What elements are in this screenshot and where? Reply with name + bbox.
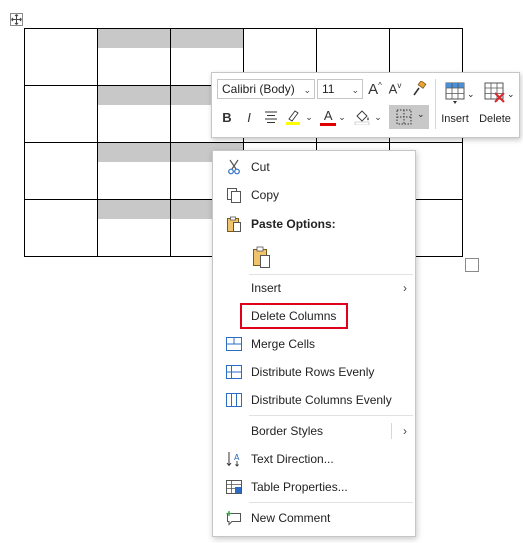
distribute-columns-icon: [225, 392, 243, 408]
text-direction-icon: A: [225, 451, 243, 467]
center-align-button[interactable]: [261, 107, 281, 127]
table-properties-icon: [225, 479, 243, 495]
paste-options-header: Paste Options:: [213, 211, 415, 237]
align-center-icon: [265, 111, 277, 123]
paste-icon: [251, 245, 273, 269]
menu-item-insert[interactable]: Insert ›: [213, 275, 415, 301]
table-insert-icon: [445, 82, 465, 104]
delete-table-button[interactable]: ⌄ Delete: [476, 77, 515, 133]
highlight-color-button[interactable]: ⌄: [285, 107, 313, 127]
menu-item-label: Merge Cells: [251, 337, 316, 351]
chevron-right-icon: ›: [403, 424, 407, 438]
table-cell-selected[interactable]: [97, 85, 171, 143]
chevron-down-icon: ⌄: [303, 85, 311, 95]
mini-toolbar: Calibri (Body) ⌄ 11 ⌄ A^ Av B I ⌄ A ⌄ ⌄ …: [211, 72, 520, 138]
chevron-down-icon: ⌄: [467, 89, 475, 99]
menu-item-label: Distribute Rows Evenly: [251, 365, 375, 379]
bold-button[interactable]: B: [218, 107, 236, 127]
menu-item-copy[interactable]: Copy: [213, 182, 415, 208]
clipboard-icon: [225, 216, 243, 232]
table-cell[interactable]: [24, 199, 98, 257]
chevron-down-icon: ⌄: [338, 111, 346, 122]
chevron-down-icon: ⌄: [374, 111, 382, 122]
distribute-rows-icon: [225, 364, 243, 380]
grow-font-icon: A^: [368, 80, 382, 98]
insert-label: Insert: [441, 113, 469, 125]
table-cell-selected[interactable]: [97, 142, 171, 200]
menu-item-new-comment[interactable]: New Comment: [213, 505, 415, 531]
table-cell[interactable]: [24, 142, 98, 200]
menu-item-table-properties[interactable]: Table Properties...: [213, 474, 415, 500]
table-cell[interactable]: [24, 28, 98, 86]
menu-item-border-styles[interactable]: Border Styles ›: [213, 418, 415, 444]
merge-cells-icon: [225, 336, 243, 352]
italic-icon: I: [247, 109, 251, 125]
paint-bucket-icon: [354, 110, 370, 125]
paste-keep-source-button[interactable]: [213, 241, 415, 271]
format-painter-button[interactable]: [409, 79, 429, 99]
menu-separator: [249, 415, 413, 416]
menu-item-distribute-columns[interactable]: Distribute Columns Evenly: [213, 387, 415, 413]
delete-label: Delete: [479, 113, 511, 125]
borders-button[interactable]: ⌄: [389, 105, 429, 129]
highlighter-icon: [286, 110, 301, 125]
split-divider: [391, 423, 392, 439]
font-size-dropdown[interactable]: 11 ⌄: [317, 79, 363, 99]
font-name-dropdown[interactable]: Calibri (Body) ⌄: [217, 79, 315, 99]
shrink-font-icon: Av: [388, 81, 402, 97]
svg-text:A: A: [234, 453, 240, 462]
font-name-value: Calibri (Body): [222, 82, 295, 96]
highlight-box: [240, 303, 348, 329]
italic-button[interactable]: I: [240, 107, 258, 127]
new-comment-icon: [225, 510, 243, 526]
chevron-down-icon: ⌄: [507, 89, 515, 99]
menu-item-label: Copy: [251, 188, 280, 202]
grow-font-button[interactable]: A^: [366, 79, 384, 99]
chevron-down-icon: ⌄: [305, 111, 313, 122]
shrink-font-button[interactable]: Av: [386, 79, 404, 99]
menu-separator: [249, 502, 413, 503]
menu-item-label: Table Properties...: [251, 480, 348, 494]
bold-icon: B: [222, 109, 232, 125]
table-cell-selected[interactable]: [97, 28, 171, 86]
font-size-value: 11: [322, 82, 335, 96]
table-move-handle[interactable]: [10, 13, 23, 26]
menu-item-label: Border Styles: [251, 424, 324, 438]
copy-icon: [225, 187, 243, 203]
menu-item-merge-cells[interactable]: Merge Cells: [213, 331, 415, 357]
menu-item-label: Insert: [251, 281, 282, 295]
chevron-right-icon: ›: [403, 281, 407, 295]
table-cell[interactable]: [24, 85, 98, 143]
borders-icon: [396, 109, 412, 125]
table-delete-icon: [484, 82, 505, 103]
menu-item-label: Distribute Columns Evenly: [251, 393, 392, 407]
font-color-button[interactable]: A ⌄: [319, 107, 347, 127]
insert-table-button[interactable]: ⌄ Insert: [436, 77, 475, 133]
menu-item-label: Paste Options:: [251, 217, 336, 231]
menu-item-cut[interactable]: Cut: [213, 154, 415, 180]
context-menu: Cut Copy Paste Options: Insert › Delete …: [212, 150, 416, 537]
chevron-down-icon: ⌄: [351, 85, 359, 95]
menu-item-label: Cut: [251, 160, 270, 174]
table-cell-selected[interactable]: [97, 199, 171, 257]
font-color-icon: A: [320, 108, 337, 126]
menu-item-label: New Comment: [251, 511, 331, 525]
shading-button[interactable]: ⌄: [353, 107, 383, 127]
table-resize-handle[interactable]: [465, 258, 479, 272]
menu-item-distribute-rows[interactable]: Distribute Rows Evenly: [213, 359, 415, 385]
menu-item-text-direction[interactable]: A Text Direction...: [213, 446, 415, 472]
format-painter-icon: [413, 81, 427, 96]
scissors-icon: [225, 159, 243, 175]
chevron-down-icon: ⌄: [417, 109, 425, 119]
menu-item-label: Text Direction...: [251, 452, 334, 466]
